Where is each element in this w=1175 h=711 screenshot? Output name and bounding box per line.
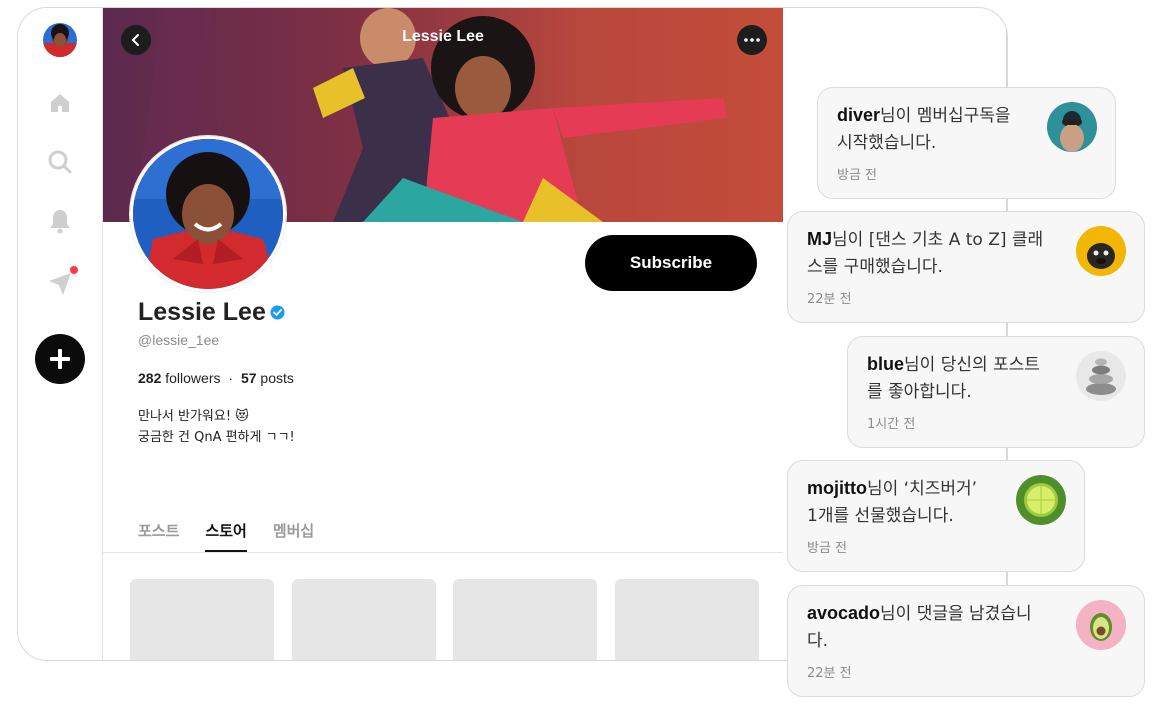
profile-avatar[interactable] <box>130 136 286 292</box>
user-avatar[interactable] <box>43 23 77 57</box>
stats-separator: · <box>228 370 234 386</box>
notification-time: 1시간 전 <box>867 417 916 432</box>
notification-message: avocado님이 댓글을 남겼습니 다. <box>807 600 1032 655</box>
diver-avatar <box>1047 102 1097 152</box>
store-item-card[interactable] <box>130 579 274 660</box>
notification-user: mojitto <box>807 478 867 498</box>
subscribe-button[interactable]: Subscribe <box>585 235 757 291</box>
avocado-avatar <box>1076 600 1126 650</box>
notification-text: 님이 댓글을 남겼습니 <box>880 604 1032 624</box>
notification-time: 22분 전 <box>807 292 852 307</box>
notification-text: 스를 구매했습니다. <box>807 257 943 277</box>
notification-text: 시작했습니다. <box>837 133 937 153</box>
notification-card[interactable]: blue님이 당신의 포스트 를 좋아합니다. 1시간 전 <box>847 336 1145 448</box>
posts-count: 57 <box>240 370 257 386</box>
tab-store[interactable]: 스토어 <box>205 520 247 553</box>
send-icon <box>49 273 71 295</box>
notification-card[interactable]: diver님이 멤버십구독을 시작했습니다. 방금 전 <box>817 87 1116 199</box>
left-nav-rail <box>18 8 103 660</box>
nav-create[interactable] <box>18 334 102 384</box>
nav-search[interactable] <box>18 149 102 175</box>
more-icon <box>744 38 760 42</box>
bio-line: 궁금한 건 QnA 편하게 ㄱㄱ! <box>138 430 295 445</box>
more-button[interactable] <box>737 25 767 55</box>
notification-user: blue <box>867 354 905 374</box>
notification-user: avocado <box>807 603 881 623</box>
create-button[interactable] <box>35 334 85 384</box>
home-icon <box>51 94 69 112</box>
notification-time: 방금 전 <box>837 168 878 183</box>
notification-message: diver님이 멤버십구독을 시작했습니다. <box>837 102 1011 157</box>
followers-count[interactable]: 282 <box>138 370 161 386</box>
notification-user: diver <box>837 105 881 125</box>
posts-label: posts <box>260 370 294 386</box>
notification-card[interactable]: MJ님이 [댄스 기초 A to Z] 클래 스를 구매했습니다. 22분 전 <box>787 211 1145 323</box>
profile-name: Lessie Lee <box>138 298 285 327</box>
notification-card[interactable]: avocado님이 댓글을 남겼습니 다. 22분 전 <box>787 585 1145 697</box>
profile-tabs: 포스트 스토어 멤버십 <box>138 520 314 553</box>
profile-handle: @lessie_1ee <box>138 332 220 348</box>
notification-user: MJ <box>807 229 833 249</box>
nav-messages[interactable] <box>18 266 102 298</box>
profile-stats: 282 followers · 57 posts <box>138 370 294 386</box>
notification-text: 1개를 선물했습니다. <box>807 506 954 526</box>
notification-message: mojitto님이 ‘치즈버거’ 1개를 선물했습니다. <box>807 475 977 530</box>
tab-membership[interactable]: 멤버십 <box>273 520 314 553</box>
notification-card[interactable]: mojitto님이 ‘치즈버거’ 1개를 선물했습니다. 방금 전 <box>787 460 1085 572</box>
followers-label[interactable]: followers <box>165 370 220 386</box>
notification-text: 님이 멤버십구독을 <box>880 106 1011 126</box>
tab-posts[interactable]: 포스트 <box>138 520 179 553</box>
nav-home[interactable] <box>18 90 102 116</box>
tab-divider <box>103 552 783 553</box>
notification-text: 님이 [댄스 기초 A to Z] 클래 <box>832 230 1044 250</box>
store-item-card[interactable] <box>453 579 597 660</box>
nav-notifications[interactable] <box>18 208 102 234</box>
notification-text: 님이 ‘치즈버거’ <box>867 479 978 499</box>
store-item-card[interactable] <box>292 579 436 660</box>
verified-badge-icon <box>270 305 285 320</box>
unread-dot <box>70 266 78 274</box>
store-item-card[interactable] <box>615 579 759 660</box>
cover-title: Lessie Lee <box>402 28 484 45</box>
plus-icon <box>50 349 70 369</box>
notification-message: blue님이 당신의 포스트 를 좋아합니다. <box>867 351 1040 406</box>
notification-text: 님이 당신의 포스트 <box>904 355 1040 375</box>
profile-panel: Lessie Lee Subscribe Lessie Lee @lessie_… <box>103 8 783 660</box>
bio-line: 만나서 반가워요! 😻 <box>138 409 249 424</box>
profile-bio: 만나서 반가워요! 😻 궁금한 건 QnA 편하게 ㄱㄱ! <box>138 406 295 448</box>
lime-avatar <box>1016 475 1066 525</box>
dog-avatar <box>1076 226 1126 276</box>
nav-profile-avatar[interactable] <box>18 23 102 57</box>
notification-time: 22분 전 <box>807 666 852 681</box>
notification-text: 다. <box>807 631 829 651</box>
notification-text: 를 좋아합니다. <box>867 382 972 402</box>
notification-message: MJ님이 [댄스 기초 A to Z] 클래 스를 구매했습니다. <box>807 226 1043 281</box>
stones-avatar <box>1076 351 1126 401</box>
profile-name-text: Lessie Lee <box>138 298 266 326</box>
notification-time: 방금 전 <box>807 541 848 556</box>
search-icon <box>48 150 72 174</box>
bell-icon <box>50 210 70 234</box>
